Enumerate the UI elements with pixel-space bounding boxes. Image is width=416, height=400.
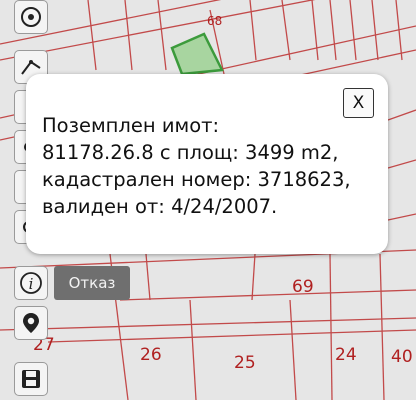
parcel-info-line-4: валиден от: 4/24/2007. — [42, 195, 278, 218]
save-button[interactable] — [14, 362, 48, 396]
marker-button[interactable] — [14, 306, 48, 340]
svg-text:i: i — [29, 275, 34, 293]
parcel-label-40: 40 — [391, 347, 413, 367]
parcel-info-line-1: Поземплен имот: — [42, 114, 220, 137]
parcel-info-text: Поземплен имот: 81178.26.8 с площ: 3499 … — [42, 112, 382, 220]
info-icon: i — [20, 272, 42, 294]
parcel-info-line-2: 81178.26.8 с площ: 3499 m2, — [42, 141, 339, 164]
parcel-label-25: 25 — [234, 353, 256, 373]
marker-icon — [23, 313, 39, 333]
save-icon — [22, 370, 40, 388]
parcel-label-26: 26 — [140, 345, 162, 365]
info-button[interactable]: i — [14, 266, 48, 300]
locate-button[interactable] — [14, 0, 48, 34]
parcel-label-24: 24 — [335, 345, 357, 365]
locate-icon — [21, 7, 41, 27]
parcel-label-68: 68 — [207, 14, 222, 28]
parcel-label-69: 69 — [292, 277, 314, 297]
cancel-button[interactable]: Отказ — [54, 266, 130, 300]
parcel-info-line-3: кадастрален номер: 3718623, — [42, 168, 351, 191]
parcel-info-popup: X Поземплен имот: 81178.26.8 с площ: 349… — [26, 74, 388, 254]
